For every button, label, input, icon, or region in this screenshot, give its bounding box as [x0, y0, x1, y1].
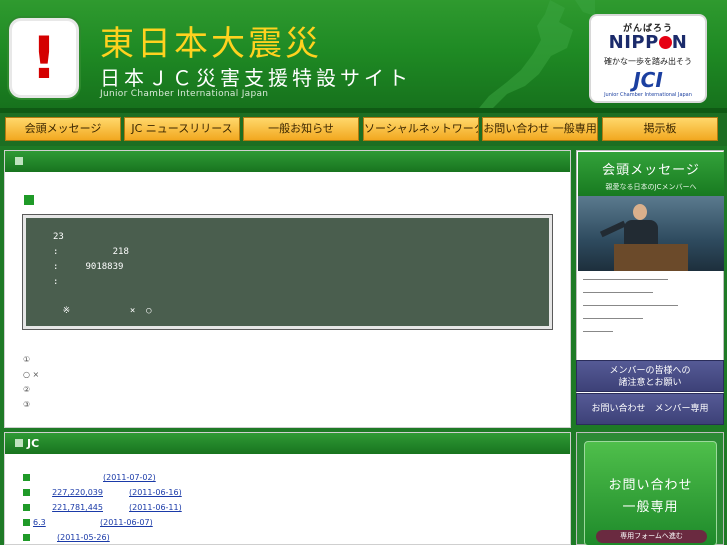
site-subtitle: 日本ＪＣ災害支援特設サイト [100, 66, 412, 90]
president-message-title: 会頭メッセージ [602, 163, 700, 178]
nav-item-contact-general[interactable]: お問い合わせ 一般専用 [482, 117, 598, 141]
bullet-icon [23, 504, 30, 511]
news-item[interactable]: 221,781,445 (2011-06-11) [23, 503, 182, 518]
contact-title: お問い合わせ [608, 478, 693, 493]
contact-subtitle: 一般専用 [622, 500, 679, 515]
main-panel-header [5, 151, 570, 172]
jci-logo: JCI [633, 68, 663, 92]
news-item[interactable]: (2011-07-02) [23, 473, 182, 488]
japan-map-graphic [475, 0, 595, 113]
contact-general-card[interactable]: お問い合わせ 一般専用 専用フォームへ進む [584, 441, 717, 545]
square-bullet-icon [15, 157, 23, 165]
site-header: ! 東日本大震災 日本ＪＣ災害支援特設サイト Junior Chamber In… [0, 0, 727, 113]
president-message-header[interactable]: 会頭メッセージ 親愛なる日本のJCメンバーへ [578, 152, 724, 196]
note-item: ③ [23, 400, 31, 409]
president-message-subtitle: 親愛なる日本のJCメンバーへ [605, 183, 697, 191]
bullet-icon [23, 474, 30, 481]
board-line: ※ × ○ [41, 306, 152, 316]
news-list: (2011-07-02) 227,220,039 (2011-06-16) 221… [23, 473, 182, 545]
main-content-panel: 23 : 218 : 9018839 : ※ × ○ ① ○ × ② ③ [4, 150, 571, 428]
jc-news-panel: JC (2011-07-02) 227,220,039 (2011-06-16) … [4, 432, 571, 545]
sun-dot-icon [658, 36, 672, 49]
contact-form-button[interactable]: 専用フォームへ進む [596, 530, 707, 543]
board-line: : 218 [53, 247, 129, 257]
bullet-icon [23, 489, 30, 496]
member-notice-button[interactable]: メンバーの皆様への 諸注意とお願い [576, 360, 724, 392]
news-item[interactable]: 6.3 (2011-06-07) [23, 518, 182, 533]
nav-item-bulletin-board[interactable]: 掲示板 [602, 117, 718, 141]
square-bullet-icon [15, 439, 23, 447]
board-line: : [53, 277, 59, 287]
bullet-icon [23, 519, 30, 526]
section-bullet-icon [24, 195, 34, 205]
notes-list: ① ○ × ② ③ [23, 355, 39, 415]
site-title: 東日本大震災 [100, 24, 322, 64]
president-photo[interactable] [578, 196, 724, 271]
sidebar-link-lines [583, 279, 678, 344]
note-item: ① [23, 355, 31, 364]
note-item: ○ × [23, 370, 40, 379]
bullet-icon [23, 534, 30, 541]
news-item[interactable]: (2011-05-26) [23, 533, 182, 545]
member-contact-button[interactable]: お問い合わせ メンバー専用 [576, 393, 724, 425]
ganbarou-nippon-logo[interactable]: がんばろう NIPP N 確かな一歩を踏み出そう JCI Junior Chamb… [589, 14, 707, 103]
main-nav: 会頭メッセージ JC ニュースリリース 一般お知らせ ソーシャルネットワーク お… [0, 113, 727, 146]
note-item: ② [23, 385, 31, 394]
news-panel-header: JC [5, 433, 570, 454]
board-line: 23 [53, 232, 64, 242]
info-chalkboard: 23 : 218 : 9018839 : ※ × ○ [22, 214, 553, 330]
nav-item-social-network[interactable]: ソーシャルネットワーク [363, 117, 479, 141]
nav-item-general-notice[interactable]: 一般お知らせ [243, 117, 359, 141]
alert-icon: ! [9, 18, 79, 98]
nav-item-president-message[interactable]: 会頭メッセージ [5, 117, 121, 141]
board-line: : 9018839 [53, 262, 124, 272]
nav-item-jc-news-release[interactable]: JC ニュースリリース [124, 117, 240, 141]
news-item[interactable]: 227,220,039 (2011-06-16) [23, 488, 182, 503]
site-subtitle-english: Junior Chamber International Japan [100, 89, 269, 99]
contact-general-box: お問い合わせ 一般専用 専用フォームへ進む [576, 432, 724, 545]
